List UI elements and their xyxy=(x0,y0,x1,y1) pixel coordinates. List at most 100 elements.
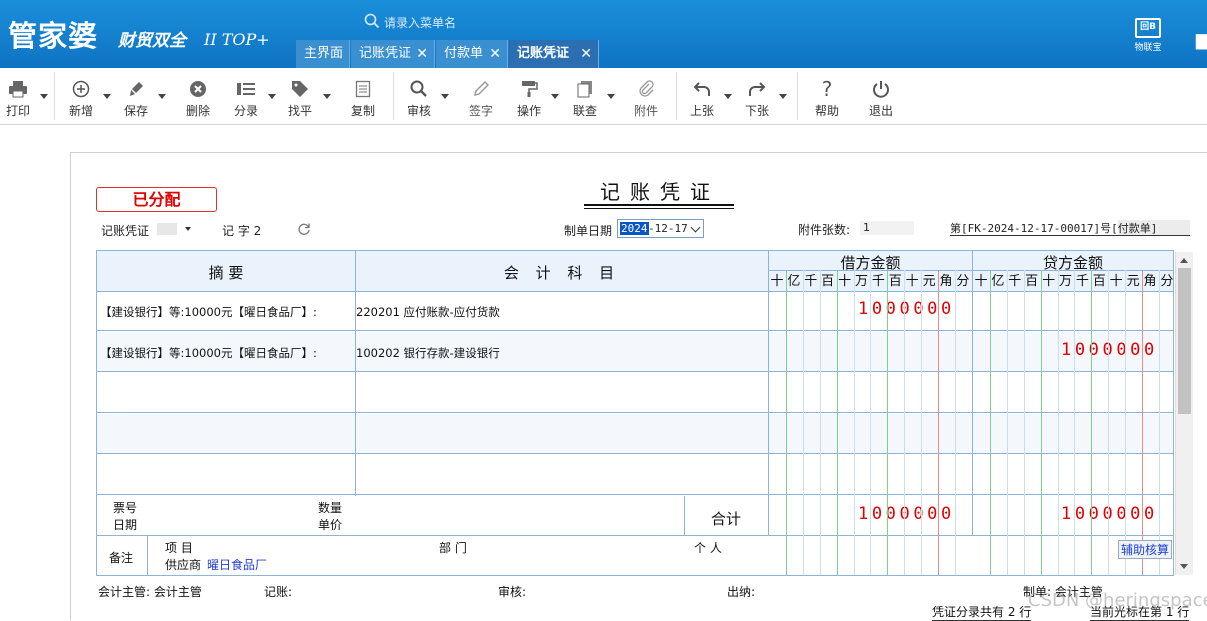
scroll-up-icon[interactable] xyxy=(1180,258,1188,263)
digit-unit-label: 百 xyxy=(1092,274,1106,289)
chevron-down-icon[interactable] xyxy=(690,222,701,233)
scroll-down-icon[interactable] xyxy=(1180,564,1188,569)
audit-label: 审核 xyxy=(406,104,431,118)
voucher-word-label: 记 字 xyxy=(222,224,250,238)
delete-button[interactable]: 删除 xyxy=(176,78,220,122)
table-row[interactable] xyxy=(97,414,1173,454)
new-dropdown-icon[interactable] xyxy=(103,92,111,100)
col-account: 会 计 科 目 xyxy=(503,264,621,282)
lookup-label: 联查 xyxy=(572,104,597,118)
prev-dropdown-icon[interactable] xyxy=(724,92,732,100)
total-label: 合计 xyxy=(711,510,742,528)
iot-button[interactable]: 回B 物联宝 xyxy=(1130,18,1166,53)
assist-accounting-button[interactable]: 辅助核算 xyxy=(1118,540,1173,559)
audit-button[interactable]: 审核 xyxy=(397,78,441,122)
table-row[interactable] xyxy=(97,373,1173,413)
chevron-down-icon[interactable] xyxy=(185,227,191,231)
project-label: 项 目 xyxy=(165,541,193,555)
sign-button[interactable]: 签字 xyxy=(459,78,503,122)
voucher-type-select[interactable]: 记账凭证 xyxy=(99,221,197,238)
prev-button[interactable]: 上张 xyxy=(680,78,724,122)
vertical-scrollbar[interactable] xyxy=(1175,252,1193,575)
tab-voucher-active[interactable]: 记账凭证 ✕ xyxy=(509,40,599,68)
balance-dropdown-icon[interactable] xyxy=(323,92,331,100)
digit-unit-label: 十 xyxy=(1042,274,1056,289)
quantity-label: 数量 xyxy=(318,501,343,515)
digit-unit-label: 亿 xyxy=(991,274,1005,289)
row-summary[interactable]: 【建设银行】等:10000元【曜日食品厂】: xyxy=(100,345,317,361)
row-credit-amount[interactable]: 1000000 xyxy=(1061,340,1158,360)
save-dropdown-icon[interactable] xyxy=(158,92,166,100)
toolbar: 打印 新增 保存 删除 分录 找平 复制 审核 签字 操作 联查 附件 上张 下… xyxy=(0,68,1207,125)
menu-search[interactable]: 请录入菜单名 xyxy=(362,10,562,32)
exit-button[interactable]: 退出 xyxy=(859,78,903,122)
new-label: 新增 xyxy=(68,104,93,118)
date-rest: -12-17 xyxy=(648,222,688,235)
attachments-field[interactable]: 1 xyxy=(860,221,914,235)
lookup-button[interactable]: 联查 xyxy=(563,78,607,122)
column-divider xyxy=(684,496,685,536)
status-stamp: 已分配 xyxy=(96,187,217,212)
digit-column-line xyxy=(836,270,838,575)
col-summary: 摘 要 xyxy=(208,264,244,282)
print-dropdown-icon[interactable] xyxy=(40,92,48,100)
total-debit: 1000000 xyxy=(858,504,955,524)
help-button[interactable]: ? 帮助 xyxy=(805,77,849,122)
close-icon[interactable]: ✕ xyxy=(580,40,592,68)
app-edition: II TOP+ xyxy=(204,30,270,49)
delete-icon xyxy=(190,81,206,97)
undo-arrow-icon xyxy=(693,82,710,96)
tab-voucher-1[interactable]: 记账凭证 ✕ xyxy=(351,40,435,68)
balance-button[interactable]: 找平 xyxy=(278,78,322,122)
attach-button[interactable]: 附件 xyxy=(624,78,668,122)
title-underline xyxy=(584,204,734,206)
split-dropdown-icon[interactable] xyxy=(268,92,276,100)
tab-payment[interactable]: 付款单 ✕ xyxy=(436,40,508,68)
iot-label: 物联宝 xyxy=(1134,43,1162,53)
magnifier-icon xyxy=(410,80,427,97)
refresh-icon[interactable] xyxy=(297,222,311,236)
title-bar: 管家婆 财贸双全 II TOP+ 请录入菜单名 主界面 记账凭证 ✕ 付款单 ✕… xyxy=(0,0,1207,68)
entry-count-status: 凭证分录共有 2 行 xyxy=(932,605,1032,621)
digit-column-line xyxy=(1142,270,1143,575)
digit-unit-label: 万 xyxy=(854,274,868,289)
row-account[interactable]: 220201 应付账款-应付货款 xyxy=(356,304,500,320)
row-summary[interactable]: 【建设银行】等:10000元【曜日食品厂】: xyxy=(100,304,317,320)
next-button[interactable]: 下张 xyxy=(735,78,779,122)
table-total-row: 票号 日期 数量 单价 合计 1000000 1000000 xyxy=(97,496,1173,536)
table-header: 摘 要 会 计 科 目 借方金额 贷方金额 十亿千百十万千百十元角分十亿千百十万… xyxy=(97,251,1173,292)
supplier-value[interactable]: 曜日食品厂 xyxy=(207,556,267,573)
grid-menu-icon[interactable]: ■ xyxy=(1194,28,1207,50)
table-row[interactable]: 【建设银行】等:10000元【曜日食品厂】: 220201 应付账款-应付货款 … xyxy=(97,291,1173,331)
audit-dropdown-icon[interactable] xyxy=(441,92,449,100)
new-button[interactable]: 新增 xyxy=(59,78,103,122)
total-credit: 1000000 xyxy=(1061,504,1158,524)
row-debit-amount[interactable]: 1000000 xyxy=(858,299,955,319)
tab-label: 付款单 xyxy=(444,46,484,61)
next-dropdown-icon[interactable] xyxy=(779,92,787,100)
attach-label: 附件 xyxy=(633,104,658,118)
copy-button[interactable]: 复制 xyxy=(341,78,385,122)
digit-column-line xyxy=(904,270,906,575)
scroll-thumb[interactable] xyxy=(1178,268,1191,414)
person-label: 个 人 xyxy=(694,541,722,555)
operate-dropdown-icon[interactable] xyxy=(551,92,559,100)
close-icon[interactable]: ✕ xyxy=(489,40,501,68)
date-field[interactable]: 2024 -12-17 xyxy=(617,219,704,238)
print-button[interactable]: 打印 xyxy=(0,78,40,122)
digit-unit-label: 角 xyxy=(1143,274,1157,289)
tab-main[interactable]: 主界面 xyxy=(296,40,350,68)
save-button[interactable]: 保存 xyxy=(114,78,158,122)
operate-button[interactable]: 操作 xyxy=(507,78,551,122)
table-row[interactable] xyxy=(97,455,1173,495)
document-icon xyxy=(355,80,371,98)
sign-label: 签字 xyxy=(468,104,493,118)
table-row[interactable]: 【建设银行】等:10000元【曜日食品厂】: 100202 银行存款-建设银行 … xyxy=(97,332,1173,372)
close-icon[interactable]: ✕ xyxy=(416,40,428,68)
row-account[interactable]: 100202 银行存款-建设银行 xyxy=(356,345,500,361)
lookup-dropdown-icon[interactable] xyxy=(607,92,615,100)
voucher-number: 第[FK-2024-12-17-00017]号[付款单] xyxy=(950,220,1190,236)
digit-unit-label: 十 xyxy=(905,274,919,289)
split-button[interactable]: 分录 xyxy=(224,78,268,122)
help-label: 帮助 xyxy=(814,104,839,118)
